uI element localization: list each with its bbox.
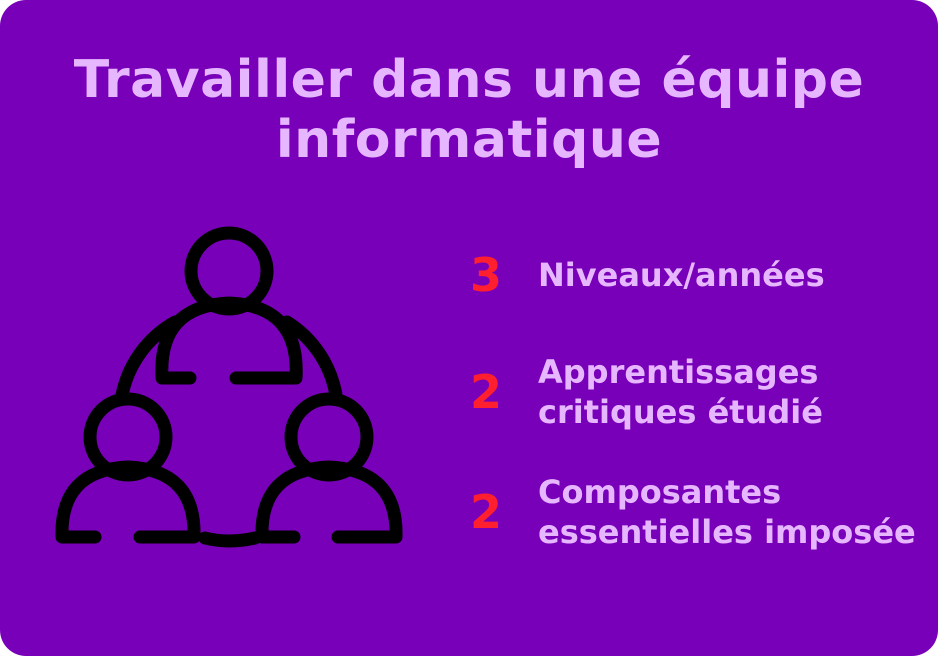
stat-row-levels: 3 Niveaux/années (468, 248, 928, 302)
stat-number: 2 (470, 485, 503, 539)
page-title: Travailler dans une équipe informatique (40, 50, 898, 170)
title-line-2: informatique (275, 110, 663, 170)
stat-row-components: 2 Composantes essentielles imposée (468, 472, 928, 552)
stat-number: 2 (470, 365, 503, 419)
stat-label: Composantes essentielles imposée (538, 472, 916, 552)
stat-row-learning: 2 Apprentissages critiques étudié (468, 352, 928, 432)
stat-label-line-1: Niveaux/années (538, 256, 825, 294)
stat-label-line-2: essentielles imposée (538, 513, 916, 551)
info-card: Travailler dans une équipe informatique … (0, 0, 938, 656)
title-line-1: Travailler dans une équipe (73, 50, 865, 110)
group-circle-arc-bottom (198, 531, 262, 548)
team-people-icon (55, 226, 403, 548)
stat-number: 3 (470, 248, 503, 302)
stat-label-line-2: critiques étudié (538, 393, 823, 431)
stat-label-line-1: Composantes (538, 473, 782, 511)
stat-label-line-1: Apprentissages (538, 353, 819, 391)
stat-label: Apprentissages critiques étudié (538, 352, 823, 432)
stat-label: Niveaux/années (538, 255, 825, 295)
